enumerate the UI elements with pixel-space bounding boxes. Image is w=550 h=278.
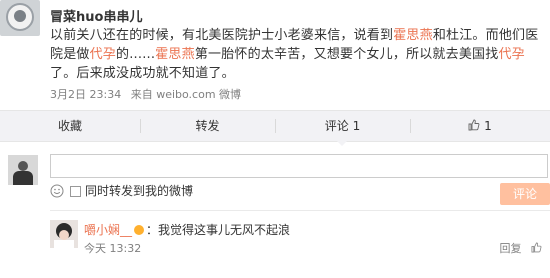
avatar-dot-icon bbox=[14, 10, 26, 22]
post-timestamp[interactable]: 3月2日 23:34 bbox=[50, 88, 121, 101]
repost-button[interactable]: 转发 bbox=[140, 111, 275, 141]
like-button[interactable]: 1 bbox=[410, 111, 550, 141]
like-count: 1 bbox=[484, 119, 492, 133]
topic-link[interactable]: 代孕 bbox=[498, 47, 524, 62]
comment-caret-icon bbox=[336, 140, 348, 146]
topic-link[interactable]: 霍思燕 bbox=[155, 47, 195, 62]
like-inner: 1 bbox=[468, 111, 492, 141]
avatar-shirt-icon bbox=[54, 240, 74, 248]
thumbs-up-icon bbox=[468, 119, 480, 131]
avatar-body-icon bbox=[13, 171, 33, 185]
topic-link[interactable]: 代孕 bbox=[90, 47, 116, 62]
content-text: 了。后来成没成功就不知道了。 bbox=[50, 66, 235, 81]
reply-avatar[interactable] bbox=[50, 220, 78, 248]
comment-input[interactable] bbox=[50, 154, 548, 178]
post-username[interactable]: 冒菜huo串串儿 bbox=[50, 6, 142, 25]
reply-text-line: 嚼小娴__ ：我觉得这事儿无风不起浪 bbox=[84, 222, 290, 238]
reply-timestamp: 今天 13:32 bbox=[84, 242, 142, 255]
avatar[interactable] bbox=[0, 0, 40, 36]
emoji-icon[interactable] bbox=[50, 184, 64, 198]
action-bar: 收藏 转发 评论 1 1 bbox=[0, 110, 550, 142]
thumbs-up-icon bbox=[531, 242, 542, 253]
member-badge-icon[interactable] bbox=[134, 225, 145, 235]
repost-option[interactable]: 同时转发到我的微博 bbox=[70, 184, 193, 198]
divider bbox=[50, 210, 550, 211]
comment-button[interactable]: 评论 1 bbox=[275, 111, 410, 141]
current-user-avatar[interactable] bbox=[8, 155, 38, 185]
repost-label: 同时转发到我的微博 bbox=[85, 184, 194, 198]
collect-button[interactable]: 收藏 bbox=[0, 111, 140, 141]
weibo-post: 冒菜huo串串儿 以前关八还在的时候，有北美医院护士小老婆来信，说看到霍思燕和杜… bbox=[0, 0, 550, 108]
reply-text: ：我觉得这事儿无风不起浪 bbox=[146, 223, 291, 237]
reply-actions: 回复 bbox=[494, 240, 543, 256]
content-text: 的...... bbox=[116, 47, 156, 62]
avatar-face-icon bbox=[59, 230, 69, 240]
submit-comment-button[interactable]: 评论 bbox=[500, 183, 550, 205]
reply-button[interactable]: 回复 bbox=[500, 242, 522, 255]
avatar-head-icon bbox=[18, 161, 28, 171]
post-content: 以前关八还在的时候，有北美医院护士小老婆来信，说看到霍思燕和杜江。而他们医院是做… bbox=[50, 26, 540, 83]
post-source[interactable]: 来自 weibo.com bbox=[131, 88, 216, 101]
content-text: 第一胎怀的太辛苦，又想要个女儿，所以就去美国找 bbox=[194, 47, 499, 62]
topic-link[interactable]: 霍思燕 bbox=[393, 28, 433, 43]
repost-checkbox[interactable] bbox=[70, 186, 81, 197]
post-meta: 3月2日 23:34 来自 weibo.com 微博 bbox=[50, 86, 241, 102]
reply-username[interactable]: 嚼小娴__ bbox=[84, 223, 132, 237]
content-text: 以前关八还在的时候，有北美医院护士小老婆来信，说看到 bbox=[50, 28, 394, 43]
reply-like-button[interactable] bbox=[531, 242, 542, 255]
post-via[interactable]: 微博 bbox=[219, 88, 241, 101]
